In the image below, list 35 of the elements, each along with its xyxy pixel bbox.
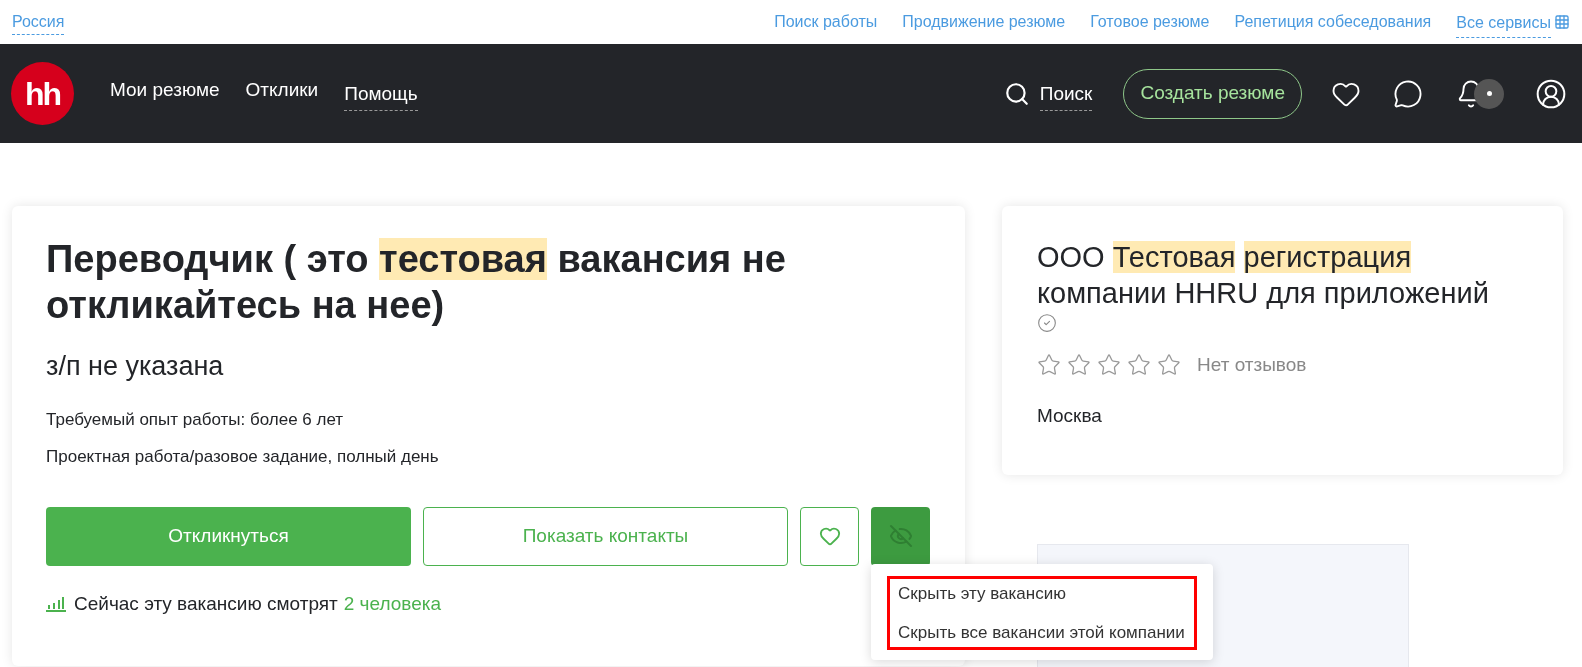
reviews-text: Нет отзывов (1197, 353, 1307, 377)
verified-icon (1037, 313, 1057, 333)
viewers-text: Сейчас эту вакансию смотрят (74, 591, 338, 616)
salary-text: з/п не указана (46, 350, 225, 383)
experience-text: Требуемый опыт работы: более 6 лет (46, 408, 345, 431)
show-contacts-button[interactable]: Показать контакты (423, 506, 788, 566)
viewers-count-link[interactable]: 2 человека (343, 589, 442, 618)
vacancy-title: Переводчик ( это тестовая вакансия не откликайтесь на нее) (46, 237, 787, 328)
heart-icon (818, 525, 841, 547)
hide-button[interactable] (871, 506, 930, 566)
chat-icon[interactable] (1393, 78, 1423, 109)
profile-icon[interactable] (1535, 77, 1567, 110)
service-link[interactable]: Готовое резюме (1090, 10, 1210, 34)
nav-link[interactable]: Отклики (245, 75, 319, 112)
logo[interactable]: hh (11, 62, 74, 125)
employment-text: Проектная работа/разовое задание, полный день (46, 446, 440, 468)
search-icon[interactable] (1003, 80, 1030, 107)
service-link[interactable]: Все сервисы (1456, 10, 1551, 38)
nav-link[interactable]: Помощь (344, 79, 418, 112)
menu-item[interactable]: Скрыть эту вакансию (898, 581, 1194, 607)
menu-item[interactable]: Скрыть все вакансии этой компании (898, 619, 1194, 645)
bar-chart-icon (46, 595, 66, 612)
service-link[interactable]: Продвижение резюме (902, 10, 1066, 34)
search-link[interactable]: Поиск (1039, 79, 1093, 112)
nav-link[interactable]: Мои резюме (110, 75, 220, 112)
service-link[interactable]: Поиск работы (774, 10, 878, 34)
grid-icon[interactable] (1554, 14, 1570, 30)
service-link[interactable]: Репетиция собеседования (1234, 10, 1432, 34)
company-name: ООО Тестовая регистрация компании HHRU для приложений (1037, 240, 1490, 311)
create-resume-button[interactable]: Создать резюме (1123, 68, 1302, 119)
eye-off-icon (888, 524, 913, 548)
apply-button[interactable]: Откликнуться (46, 506, 411, 566)
city-text: Москва (1037, 403, 1103, 428)
region-link[interactable]: Россия (12, 9, 65, 35)
favorite-button[interactable] (800, 506, 859, 566)
